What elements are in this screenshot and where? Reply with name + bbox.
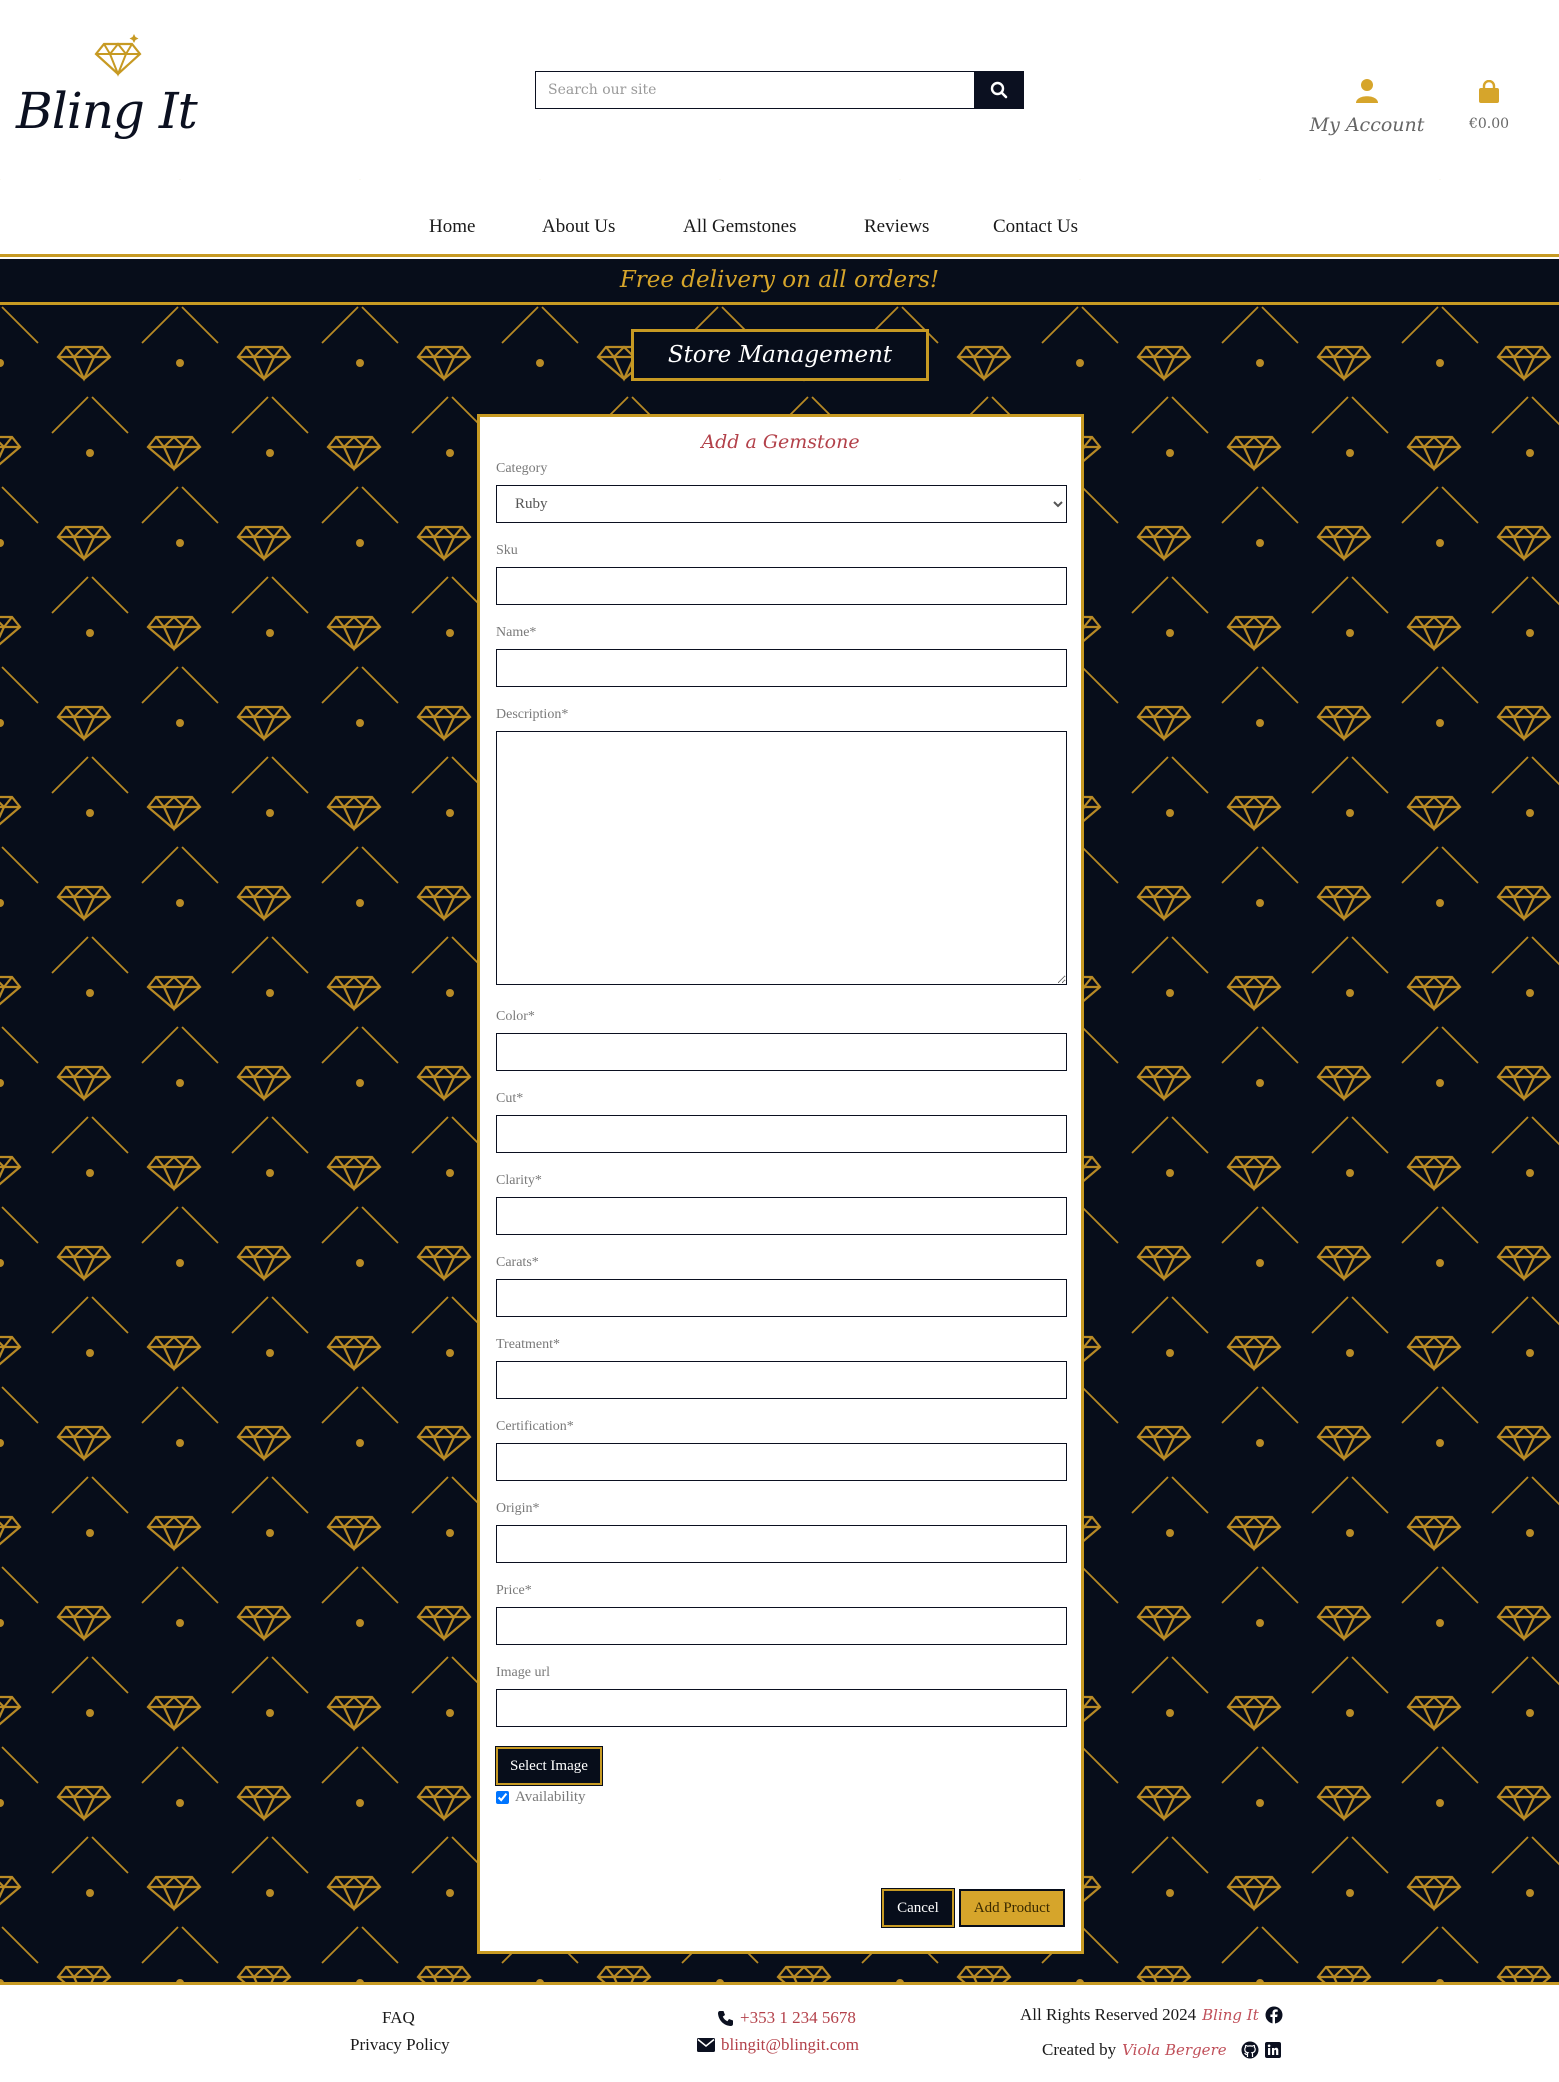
add-gemstone-form: Add a Gemstone Category Ruby Sku Name* D… xyxy=(477,414,1084,1954)
rights-brand: Bling It xyxy=(1202,2006,1259,2024)
name-label: Name* xyxy=(496,625,537,640)
image-url-input[interactable] xyxy=(496,1689,1067,1727)
sku-input[interactable] xyxy=(496,567,1067,605)
credits: Created by Viola Bergere xyxy=(1042,2040,1281,2060)
sku-label: Sku xyxy=(496,543,518,558)
description-label: Description* xyxy=(496,707,569,722)
price-field: Price* xyxy=(496,1583,1067,1645)
search-icon xyxy=(990,81,1008,99)
page-title-box: Store Management xyxy=(631,329,929,381)
faq-link[interactable]: FAQ xyxy=(382,2008,415,2028)
price-label: Price* xyxy=(496,1583,532,1598)
user-icon xyxy=(1356,79,1378,103)
color-label: Color* xyxy=(496,1009,535,1024)
nav-home[interactable]: Home xyxy=(429,216,475,238)
diamond-logo-icon xyxy=(94,34,142,77)
bag-total: €0.00 xyxy=(1468,116,1510,132)
availability-row: Availability xyxy=(496,1789,1065,1806)
phone-link[interactable]: +353 1 234 5678 xyxy=(717,2008,856,2028)
author-name: Viola Bergere xyxy=(1122,2041,1227,2059)
category-label: Category xyxy=(496,461,548,476)
page-title: Store Management xyxy=(667,342,893,368)
cut-field: Cut* xyxy=(496,1091,1067,1153)
nav-reviews[interactable]: Reviews xyxy=(864,216,929,238)
color-input[interactable] xyxy=(496,1033,1067,1071)
search-bar xyxy=(535,71,1024,109)
copyright: All Rights Reserved 2024 Bling It xyxy=(1020,2005,1283,2025)
envelope-icon xyxy=(697,2038,715,2052)
price-input[interactable] xyxy=(496,1607,1067,1645)
email-link[interactable]: blingit@blingit.com xyxy=(697,2035,859,2055)
sku-field: Sku xyxy=(496,543,1067,605)
image-url-label: Image url xyxy=(496,1665,551,1680)
origin-input[interactable] xyxy=(496,1525,1067,1563)
nav-about-us[interactable]: About Us xyxy=(542,216,615,238)
color-field: Color* xyxy=(496,1009,1067,1071)
category-field: Category Ruby xyxy=(496,461,1067,523)
created-by-text: Created by xyxy=(1042,2040,1117,2059)
shopping-bag-link[interactable]: €0.00 xyxy=(1463,79,1515,132)
linkedin-icon[interactable] xyxy=(1264,2042,1281,2058)
phone-icon xyxy=(718,2010,733,2026)
form-actions: Cancel Add Product xyxy=(881,1888,1065,1928)
carats-label: Carats* xyxy=(496,1255,539,1270)
clarity-input[interactable] xyxy=(496,1197,1067,1235)
delivery-banner: Free delivery on all orders! xyxy=(0,259,1559,302)
treatment-label: Treatment* xyxy=(496,1337,561,1352)
treatment-field: Treatment* xyxy=(496,1337,1067,1399)
site-header: Bling It My Account €0.00 Home About Us … xyxy=(0,0,1559,254)
category-select[interactable]: Ruby xyxy=(496,485,1067,523)
nav-contact-us[interactable]: Contact Us xyxy=(993,216,1078,238)
phone-number: +353 1 234 5678 xyxy=(740,2008,856,2027)
certification-field: Certification* xyxy=(496,1419,1067,1481)
form-heading: Add a Gemstone xyxy=(701,431,860,453)
main-nav: Home About Us All Gemstones Reviews Cont… xyxy=(0,216,1559,246)
origin-field: Origin* xyxy=(496,1501,1067,1563)
certification-input[interactable] xyxy=(496,1443,1067,1481)
logo-text: Bling It xyxy=(16,82,198,140)
treatment-input[interactable] xyxy=(496,1361,1067,1399)
select-image-button[interactable]: Select Image xyxy=(495,1746,603,1786)
image-url-field: Image url xyxy=(496,1665,1067,1727)
email-address: blingit@blingit.com xyxy=(721,2035,859,2054)
description-textarea[interactable] xyxy=(496,731,1067,985)
rights-text: All Rights Reserved 2024 xyxy=(1020,2005,1197,2024)
certification-label: Certification* xyxy=(496,1419,574,1434)
facebook-icon[interactable] xyxy=(1265,2006,1283,2024)
shopping-bag-icon xyxy=(1479,79,1499,103)
my-account-label: My Account xyxy=(1309,114,1425,136)
main-content: Store Management Add a Gemstone Category… xyxy=(0,305,1559,1982)
availability-checkbox[interactable] xyxy=(496,1791,509,1804)
description-field: Description* xyxy=(496,707,1067,989)
clarity-label: Clarity* xyxy=(496,1173,542,1188)
cancel-button[interactable]: Cancel xyxy=(881,1888,955,1928)
privacy-policy-link[interactable]: Privacy Policy xyxy=(350,2035,450,2055)
name-field: Name* xyxy=(496,625,1067,687)
carats-input[interactable] xyxy=(496,1279,1067,1317)
search-input[interactable] xyxy=(535,71,974,109)
search-button[interactable] xyxy=(974,71,1024,109)
cut-label: Cut* xyxy=(496,1091,524,1106)
availability-label: Availability xyxy=(515,1789,586,1805)
header-divider xyxy=(0,254,1559,257)
carats-field: Carats* xyxy=(496,1255,1067,1317)
cut-input[interactable] xyxy=(496,1115,1067,1153)
nav-all-gemstones[interactable]: All Gemstones xyxy=(683,216,796,238)
my-account-link[interactable]: My Account xyxy=(1307,78,1427,136)
logo[interactable]: Bling It xyxy=(16,30,206,155)
site-footer: FAQ Privacy Policy +353 1 234 5678 bling… xyxy=(0,1985,1559,2082)
add-product-button[interactable]: Add Product xyxy=(958,1889,1065,1927)
github-icon[interactable] xyxy=(1241,2041,1259,2059)
banner-text: Free delivery on all orders! xyxy=(619,267,940,293)
clarity-field: Clarity* xyxy=(496,1173,1067,1235)
origin-label: Origin* xyxy=(496,1501,540,1516)
name-input[interactable] xyxy=(496,649,1067,687)
